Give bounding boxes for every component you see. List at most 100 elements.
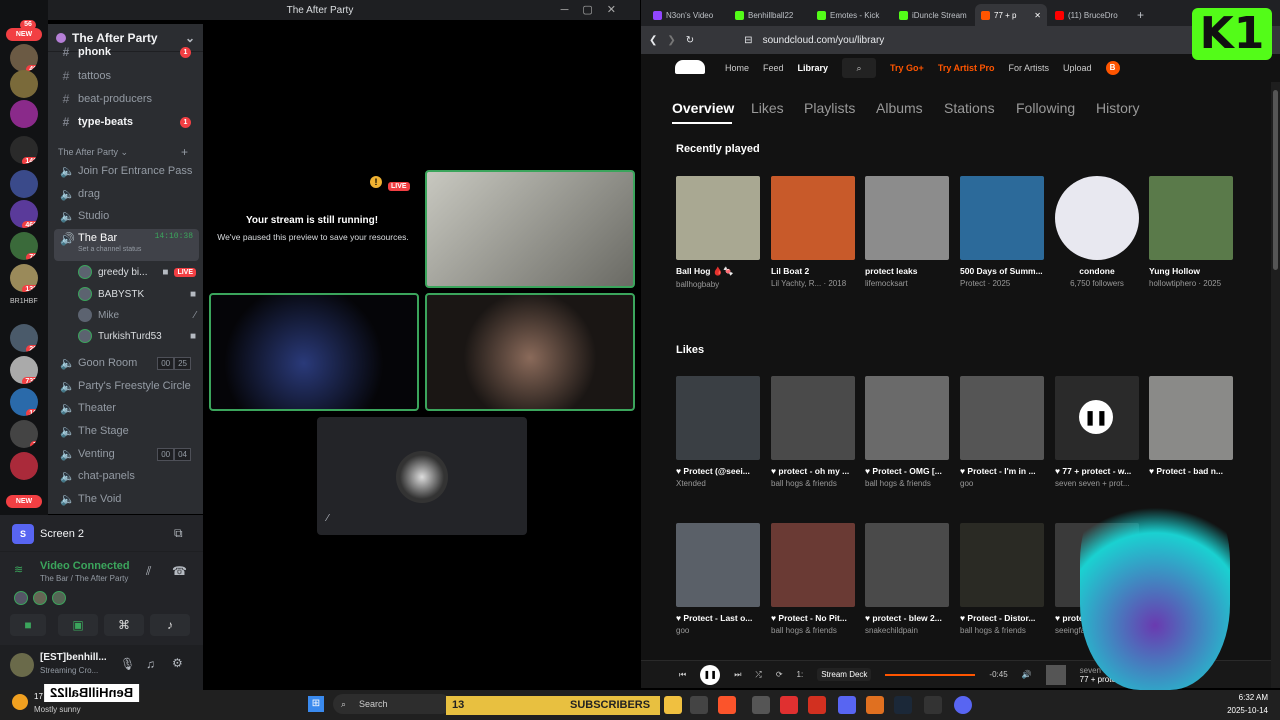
new-tab-icon[interactable]: + — [1131, 4, 1150, 26]
channel-item[interactable]: # beat-producers — [54, 89, 199, 109]
volume-icon[interactable]: 🔊 — [1022, 670, 1032, 679]
server-icon[interactable] — [10, 452, 38, 480]
soundboard-button[interactable]: ♪ — [150, 614, 190, 636]
channel-item[interactable]: # tattoos — [54, 66, 199, 86]
track-card[interactable]: ♥ protect - blew 2... snakechildpain — [865, 523, 949, 635]
nav-feed[interactable]: Feed — [763, 63, 784, 73]
windows-start-icon[interactable]: ⊞ — [308, 696, 324, 712]
track-artist[interactable]: 6,750 followers — [1055, 279, 1139, 288]
track-artwork[interactable] — [771, 376, 855, 460]
nav-for-artists[interactable]: For Artists — [1009, 63, 1050, 73]
server-icon[interactable]: 138 — [10, 264, 38, 292]
video-tile[interactable] — [209, 293, 419, 411]
track-artist[interactable]: ball hogs & friends — [771, 626, 855, 635]
track-card[interactable]: ♥ Protect (@seei... Xtended — [676, 376, 760, 488]
server-icon[interactable]: 29 — [10, 324, 38, 352]
search-icon[interactable]: ⌕ — [842, 58, 877, 78]
track-card[interactable]: Lil Boat 2 Lil Yachty, R... · 2018 — [771, 176, 855, 288]
pause-button[interactable]: ❚❚ — [700, 664, 721, 685]
track-title[interactable]: Lil Boat 2 — [771, 266, 855, 276]
track-artist[interactable]: ball hogs & friends — [771, 479, 855, 488]
window-controls[interactable]: ─▢✕ — [561, 3, 630, 16]
track-artwork[interactable] — [1149, 176, 1233, 260]
reload-icon[interactable]: ↻ — [686, 35, 694, 46]
track-card[interactable]: ♥ Protect - OMG [... ball hogs & friends — [865, 376, 949, 488]
track-artist[interactable]: goo — [676, 626, 760, 635]
tab-history[interactable]: History — [1096, 100, 1140, 116]
track-artwork[interactable] — [771, 176, 855, 260]
server-icon[interactable]: 148 — [10, 136, 38, 164]
app-icon[interactable] — [808, 696, 826, 714]
nav-library[interactable]: Library — [798, 63, 829, 73]
nav-try-go[interactable]: Try Go+ — [890, 63, 924, 73]
track-artwork[interactable] — [865, 176, 949, 260]
voice-user[interactable]: BABYSTK ■ — [78, 284, 196, 304]
repeat-icon[interactable]: ⟳ — [776, 670, 783, 679]
server-icon[interactable]: 7 — [10, 420, 38, 448]
track-artist[interactable]: lifemocksart — [865, 279, 949, 288]
browser-tab[interactable]: N3on's Video — [647, 4, 727, 26]
previous-icon[interactable]: ⏮ — [679, 670, 686, 680]
track-artwork[interactable] — [865, 376, 949, 460]
app-icon[interactable] — [752, 696, 770, 714]
channel-status[interactable]: Set a channel status — [78, 246, 141, 253]
file-explorer-icon[interactable] — [664, 696, 682, 714]
clock-time[interactable]: 6:32 AM — [1206, 693, 1268, 702]
track-artist[interactable]: goo — [960, 479, 1044, 488]
add-channel-icon[interactable]: + — [181, 145, 188, 159]
track-artwork[interactable] — [960, 176, 1044, 260]
track-artist[interactable]: ball hogs & friends — [865, 479, 949, 488]
track-artwork[interactable] — [1055, 176, 1139, 260]
track-title[interactable]: ♥ Protect - Distor... — [960, 613, 1044, 623]
track-artwork[interactable] — [1045, 664, 1066, 685]
tab-stations[interactable]: Stations — [944, 100, 995, 116]
voice-channel[interactable]: 🔈 Goon Room 00 25 — [54, 353, 199, 373]
voice-channel-selected[interactable]: 🔊 The Bar Set a channel status 14:10:38 — [54, 229, 199, 261]
track-title[interactable]: condone — [1055, 266, 1139, 276]
app-icon[interactable] — [690, 696, 708, 714]
site-info-icon[interactable]: ⊟ — [744, 35, 752, 46]
forward-icon[interactable]: ❯ — [667, 35, 675, 46]
voice-user[interactable]: TurkishTurd53 ■ — [78, 326, 196, 346]
track-title[interactable]: 500 Days of Summ... — [960, 266, 1044, 276]
tab-likes[interactable]: Likes — [751, 100, 784, 116]
youtube-icon[interactable] — [780, 696, 798, 714]
server-icon[interactable]: 737 — [10, 356, 38, 384]
tab-playlists[interactable]: Playlists — [804, 100, 855, 116]
track-card[interactable]: ♥ Protect - Last o... goo — [676, 523, 760, 635]
url-text[interactable]: soundcloud.com/you/library — [763, 35, 885, 46]
nav-home[interactable]: Home — [725, 63, 749, 73]
avatar[interactable]: B — [1105, 61, 1120, 75]
soundcloud-logo-icon[interactable] — [675, 60, 705, 74]
track-card[interactable]: ♥ Protect - Distor... ball hogs & friends — [960, 523, 1044, 635]
discord-icon[interactable] — [954, 696, 972, 714]
track-card[interactable]: ♥ Protect - I'm in ... goo — [960, 376, 1044, 488]
voice-channel[interactable]: 🔈 drag — [54, 184, 199, 204]
track-artist[interactable]: ball hogs & friends — [960, 626, 1044, 635]
track-artwork[interactable] — [676, 176, 760, 260]
nav-try-artist-pro[interactable]: Try Artist Pro — [938, 63, 995, 73]
app-icon[interactable] — [866, 696, 884, 714]
track-artist[interactable]: hollowtiphero · 2025 — [1149, 279, 1233, 288]
voice-channel[interactable]: 🔈 Join For Entrance Pass — [54, 161, 199, 181]
browser-tab[interactable]: Emotes - Kick — [811, 4, 891, 26]
brave-icon[interactable] — [718, 696, 736, 714]
track-title[interactable]: protect leaks — [865, 266, 949, 276]
track-title[interactable]: ♥ protect - blew 2... — [865, 613, 949, 623]
screenshare-button[interactable]: ▣ — [58, 614, 98, 636]
video-tile-off[interactable]: ⁄ — [317, 417, 527, 535]
chevron-down-icon[interactable]: ⌄ — [185, 31, 195, 45]
activity-button[interactable]: ⌘ — [104, 614, 144, 636]
track-artist[interactable]: snakechildpain — [865, 626, 949, 635]
track-artwork[interactable] — [676, 376, 760, 460]
tab-albums[interactable]: Albums — [876, 100, 923, 116]
track-artwork[interactable] — [1149, 376, 1233, 460]
track-artwork[interactable] — [960, 523, 1044, 607]
voice-channel[interactable]: 🔈 Theater — [54, 398, 199, 418]
shuffle-icon[interactable]: ⤮ — [755, 670, 761, 680]
discord-icon[interactable] — [838, 696, 856, 714]
server-icon[interactable] — [10, 170, 38, 198]
track-card[interactable]: Yung Hollow hollowtiphero · 2025 — [1149, 176, 1233, 288]
app-icon[interactable] — [924, 696, 942, 714]
next-icon[interactable]: ⏭ — [734, 670, 741, 680]
